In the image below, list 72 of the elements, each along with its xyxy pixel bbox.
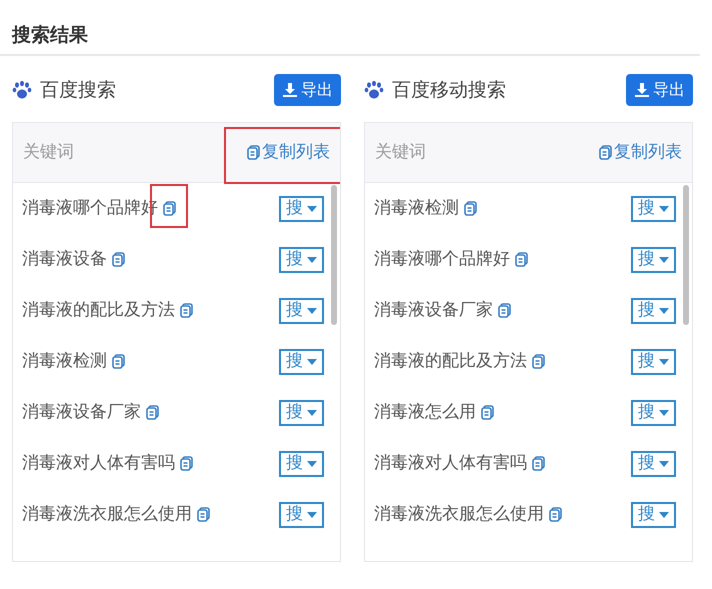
search-dropdown-button[interactable]: 搜 <box>279 502 324 528</box>
keyword-text: 消毒液对人体有害吗 <box>22 452 175 475</box>
panel-title: 百度搜索 <box>40 78 116 103</box>
copy-icon[interactable] <box>112 252 125 267</box>
copy-icon[interactable] <box>549 507 562 522</box>
copy-icon[interactable] <box>464 201 477 216</box>
keyword-text: 消毒液设备 <box>22 248 107 271</box>
scrollbar[interactable] <box>683 185 689 325</box>
search-dropdown-button[interactable]: 搜 <box>631 400 676 426</box>
caret-icon <box>659 308 669 314</box>
copy-icon[interactable] <box>481 405 494 420</box>
search-dropdown-button[interactable]: 搜 <box>631 348 676 374</box>
caret-icon <box>307 256 317 262</box>
caret-icon <box>307 460 317 466</box>
copy-icon[interactable] <box>515 252 528 267</box>
keyword-text: 消毒液检测 <box>374 196 459 220</box>
keyword-text: 消毒液怎么用 <box>374 400 476 424</box>
caret-icon <box>307 358 317 364</box>
caret-icon <box>307 308 317 314</box>
panel-title: 百度移动搜索 <box>392 78 506 103</box>
column-header: 关键词 <box>23 140 74 164</box>
copy-icon[interactable] <box>532 456 545 471</box>
keyword-text: 消毒液的配比及方法 <box>374 350 527 373</box>
keyword-text: 消毒液的配比及方法 <box>22 298 175 322</box>
caret-icon <box>659 460 669 466</box>
keyword-text: 消毒液洗衣服怎么使用 <box>374 502 544 526</box>
paw-icon <box>12 80 32 100</box>
paw-icon <box>364 80 384 100</box>
search-dropdown-button[interactable]: 搜 <box>279 450 324 476</box>
caret-icon <box>307 206 317 212</box>
search-dropdown-button[interactable]: 搜 <box>279 348 324 374</box>
copy-icon[interactable] <box>180 456 193 471</box>
search-dropdown-button[interactable]: 搜 <box>279 400 324 426</box>
search-dropdown-button[interactable]: 搜 <box>279 298 324 324</box>
copy-icon[interactable] <box>180 303 193 318</box>
caret-icon <box>307 410 317 416</box>
copy-list-link[interactable]: 复制列表 <box>599 140 682 166</box>
search-dropdown-button[interactable]: 搜 <box>631 450 676 476</box>
caret-icon <box>307 512 317 518</box>
keyword-text: 消毒液检测 <box>22 350 107 373</box>
copy-list-link[interactable]: 复制列表 <box>247 140 330 166</box>
copy-icon[interactable] <box>498 303 511 318</box>
keyword-text: 消毒液设备厂家 <box>374 298 493 322</box>
search-dropdown-button[interactable]: 搜 <box>631 502 676 528</box>
export-button[interactable]: 导出 <box>626 74 693 106</box>
caret-icon <box>659 256 669 262</box>
copy-icon[interactable] <box>532 354 545 369</box>
keyword-text: 消毒液哪个品牌好 <box>374 248 510 271</box>
copy-icon[interactable] <box>247 145 260 160</box>
copy-icon[interactable] <box>112 354 125 369</box>
caret-icon <box>659 206 669 212</box>
copy-icon[interactable] <box>146 405 159 420</box>
column-header: 关键词 <box>375 140 426 164</box>
caret-icon <box>659 358 669 364</box>
keyword-text: 消毒液设备厂家 <box>22 400 141 424</box>
search-dropdown-button[interactable]: 搜 <box>631 298 676 324</box>
search-dropdown-button[interactable]: 搜 <box>631 196 676 222</box>
caret-icon <box>659 410 669 416</box>
download-icon <box>634 82 650 98</box>
copy-icon[interactable] <box>197 507 210 522</box>
scrollbar[interactable] <box>331 185 337 325</box>
download-icon <box>282 82 298 98</box>
section-title: 搜索结果 <box>12 23 88 48</box>
keyword-text: 消毒液洗衣服怎么使用 <box>22 502 192 526</box>
keyword-text: 消毒液对人体有害吗 <box>374 452 527 475</box>
copy-icon[interactable] <box>599 145 612 160</box>
search-dropdown-button[interactable]: 搜 <box>279 196 324 222</box>
caret-icon <box>659 512 669 518</box>
copy-icon[interactable] <box>163 201 176 216</box>
search-dropdown-button[interactable]: 搜 <box>279 246 324 272</box>
export-button[interactable]: 导出 <box>274 74 341 106</box>
search-dropdown-button[interactable]: 搜 <box>631 246 676 272</box>
